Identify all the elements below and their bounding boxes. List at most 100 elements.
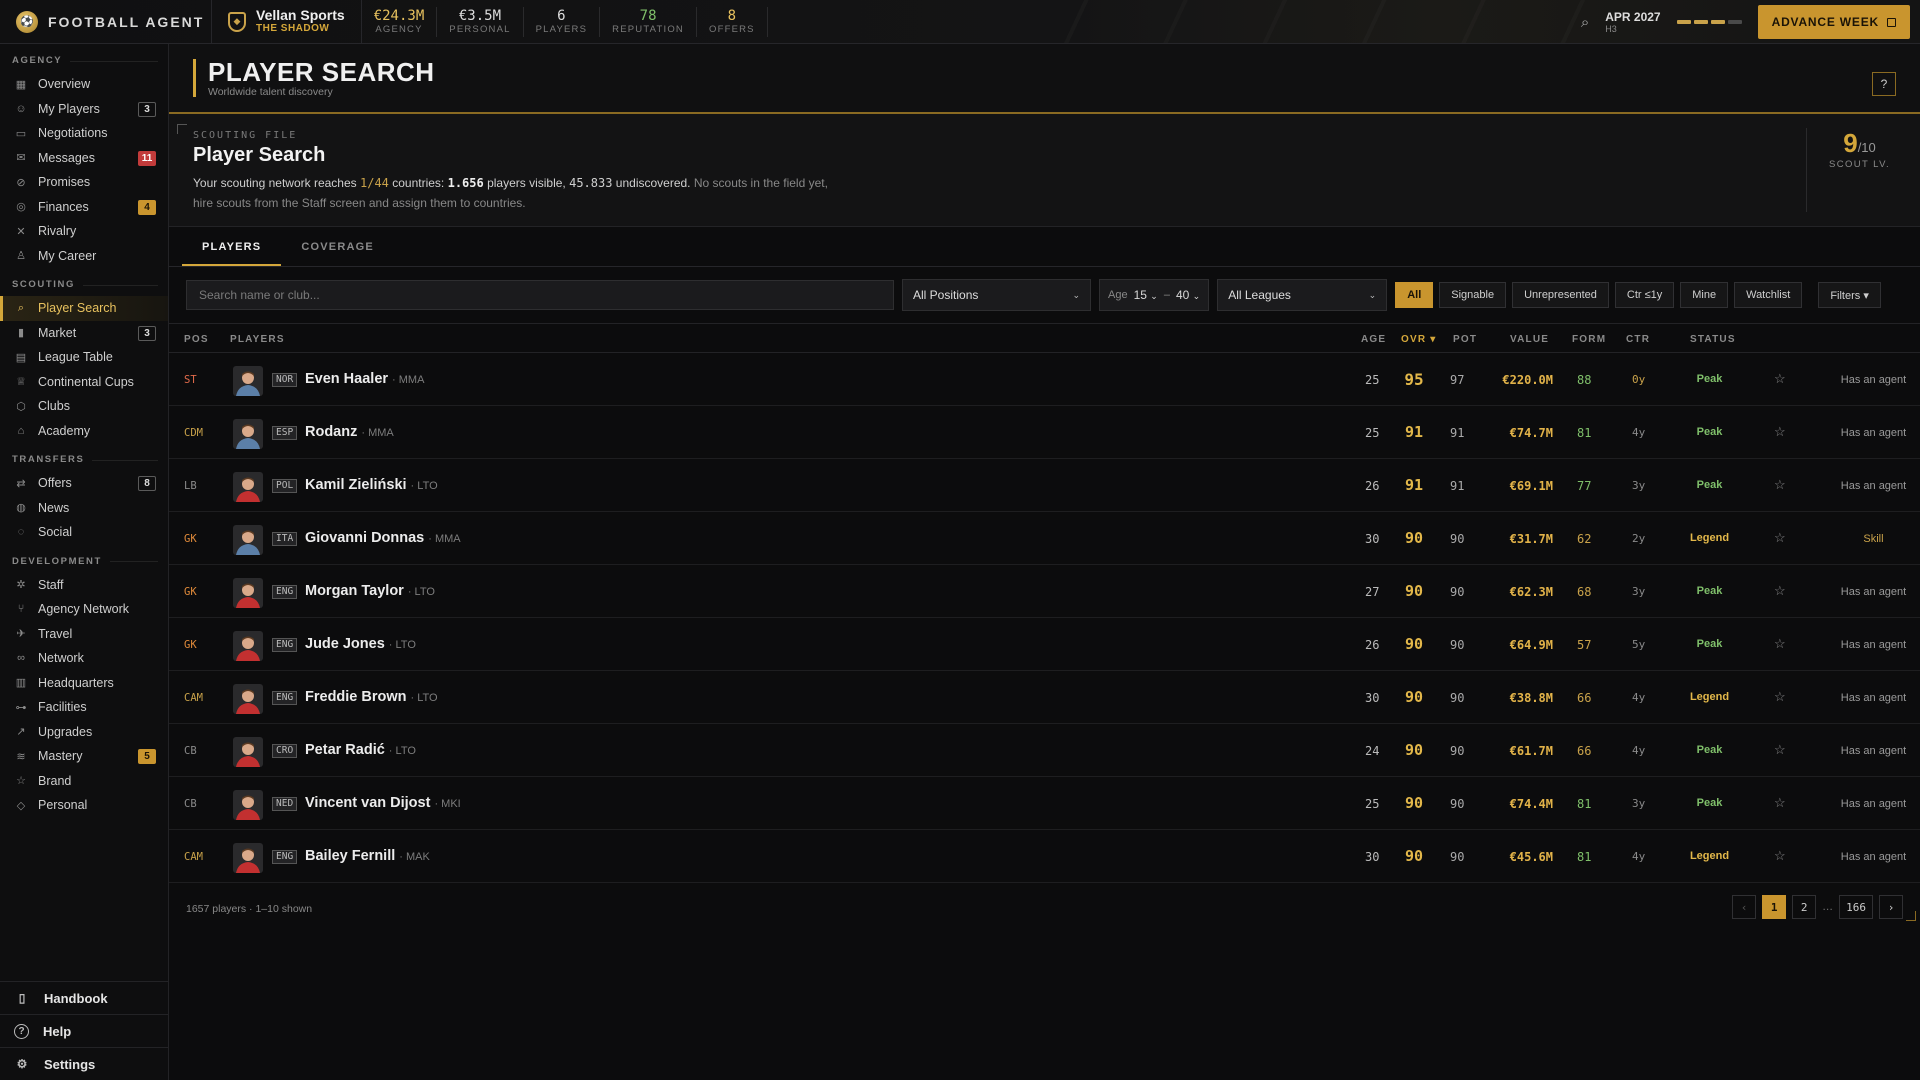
next-page-button[interactable]: › xyxy=(1879,895,1903,919)
tab-coverage[interactable]: COVERAGE xyxy=(281,227,394,266)
sidebar-item-label: Messages xyxy=(38,150,95,165)
player-name[interactable]: Vincent van Dijost · MKI xyxy=(305,795,461,811)
sidebar-item-finances[interactable]: ◎ Finances 4 xyxy=(0,195,168,220)
sidebar-item-promises[interactable]: ⊘ Promises xyxy=(0,170,168,195)
col-pot[interactable]: POT xyxy=(1453,334,1477,345)
filter-chip-ctr-1y[interactable]: Ctr ≤1y xyxy=(1614,282,1675,308)
watchlist-star-icon[interactable]: ☆ xyxy=(1774,689,1786,705)
player-name[interactable]: Giovanni Donnas · MMA xyxy=(305,530,461,546)
watchlist-star-icon[interactable]: ☆ xyxy=(1774,636,1786,652)
table-row[interactable]: LB POL Kamil Zieliński · LTO 26 91 91 €69.1M 77 3… xyxy=(169,459,1920,512)
player-name[interactable]: Freddie Brown · LTO xyxy=(305,689,438,705)
table-row[interactable]: CB NED Vincent van Dijost · MKI 25 90 90 €74.4M… xyxy=(169,777,1920,830)
table-row[interactable]: CAM ENG Freddie Brown · LTO 30 90 90 €38.8M 66 4y… xyxy=(169,671,1920,724)
watchlist-star-icon[interactable]: ☆ xyxy=(1774,530,1786,546)
sidebar-item-facilities[interactable]: ⊶ Facilities xyxy=(0,695,168,720)
player-form: 62 xyxy=(1577,532,1592,546)
league-select[interactable]: All Leagues ⌄ xyxy=(1217,279,1388,311)
player-name[interactable]: Petar Radić · LTO xyxy=(305,742,416,758)
sidebar-item-upgrades[interactable]: ↗ Upgrades xyxy=(0,720,168,745)
filters-button[interactable]: Filters ▾ xyxy=(1818,282,1881,308)
sidebar-item-agency-network[interactable]: ⑂ Agency Network xyxy=(0,597,168,622)
filter-chip-all[interactable]: All xyxy=(1395,282,1434,308)
search-icon[interactable]: ⌕ xyxy=(1581,14,1589,31)
sidebar-item-label: Rivalry xyxy=(38,224,77,239)
sidebar-item-messages[interactable]: ✉ Messages 11 xyxy=(0,146,168,171)
watchlist-star-icon[interactable]: ☆ xyxy=(1774,424,1786,440)
watchlist-star-icon[interactable]: ☆ xyxy=(1774,371,1786,387)
tab-players[interactable]: PLAYERS xyxy=(182,227,282,266)
advance-week-button[interactable]: ADVANCE WEEK xyxy=(1757,5,1910,39)
sidebar-item-settings[interactable]: ⚙ Settings xyxy=(0,1047,169,1080)
sidebar-item-my-career[interactable]: ♙ My Career xyxy=(0,244,168,269)
search-input[interactable] xyxy=(186,280,894,310)
sidebar-item-headquarters[interactable]: ▥ Headquarters xyxy=(0,671,168,696)
player-name[interactable]: Morgan Taylor · LTO xyxy=(305,583,435,599)
sidebar-item-player-search[interactable]: ⌕ Player Search xyxy=(0,296,168,321)
prev-page-button[interactable]: ‹ xyxy=(1732,895,1757,919)
table-row[interactable]: GK ENG Jude Jones · LTO 26 90 90 €64.9M 57 5y Peak… xyxy=(169,618,1920,671)
sidebar-item-market[interactable]: ▮ Market 3 xyxy=(0,321,168,346)
watchlist-star-icon[interactable]: ☆ xyxy=(1774,583,1786,599)
sidebar-item-network[interactable]: ∞ Network xyxy=(0,646,168,671)
page-166-button[interactable]: 166 xyxy=(1839,895,1873,919)
watchlist-star-icon[interactable]: ☆ xyxy=(1774,848,1786,864)
filter-chip-watchlist[interactable]: Watchlist xyxy=(1734,282,1803,308)
col-form[interactable]: FORM xyxy=(1572,334,1606,345)
filter-chip-signable[interactable]: Signable xyxy=(1439,282,1507,308)
help-button[interactable]: ? xyxy=(1872,72,1896,96)
sidebar-item-staff[interactable]: ✲ Staff xyxy=(0,573,168,598)
col-status[interactable]: STATUS xyxy=(1690,334,1736,345)
scouting-text: players visible, xyxy=(483,176,570,190)
agency-profile[interactable]: ◆ Vellan Sports THE SHADOW xyxy=(212,0,362,43)
table-row[interactable]: CAM ENG Bailey Fernill · MAK 30 90 90 €45.6M 81 4… xyxy=(169,830,1920,883)
sidebar-item-handbook[interactable]: ▯ Handbook xyxy=(0,981,169,1014)
table-row[interactable]: ST NOR Even Haaler · MMA 25 95 97 €220.0M 88 0y Pe… xyxy=(169,353,1920,406)
sidebar-item-overview[interactable]: ▦ Overview xyxy=(0,72,168,97)
app-logo[interactable]: ⚽ FOOTBALL AGENT xyxy=(0,0,212,43)
sidebar-item-travel[interactable]: ✈ Travel xyxy=(0,622,168,647)
sidebar-item-clubs[interactable]: ⬡ Clubs xyxy=(0,394,168,419)
sidebar-item-continental-cups[interactable]: ♕ Continental Cups xyxy=(0,370,168,395)
player-name[interactable]: Jude Jones · LTO xyxy=(305,636,416,652)
watchlist-star-icon[interactable]: ☆ xyxy=(1774,477,1786,493)
sidebar-item-league-table[interactable]: ▤ League Table xyxy=(0,345,168,370)
col-value[interactable]: VALUE xyxy=(1510,334,1549,345)
watchlist-star-icon[interactable]: ☆ xyxy=(1774,742,1786,758)
sidebar-item-personal[interactable]: ◇ Personal xyxy=(0,793,168,818)
sidebar-item-offers[interactable]: ⇄ Offers 8 xyxy=(0,471,168,496)
col-age[interactable]: AGE xyxy=(1361,334,1386,345)
table-row[interactable]: CB CRO Petar Radić · LTO 24 90 90 €61.7M 66 4y Pea… xyxy=(169,724,1920,777)
sidebar-item-news[interactable]: ◍ News xyxy=(0,496,168,521)
page-1-button[interactable]: 1 xyxy=(1762,895,1787,919)
table-row[interactable]: GK ENG Morgan Taylor · LTO 27 90 90 €62.3M 68 3y P… xyxy=(169,565,1920,618)
col-ovr[interactable]: OVR ▾ xyxy=(1401,334,1436,345)
player-name[interactable]: Kamil Zieliński · LTO xyxy=(305,477,438,493)
filter-chip-mine[interactable]: Mine xyxy=(1680,282,1729,308)
col-players[interactable]: PLAYERS xyxy=(230,334,285,345)
table-row[interactable]: CDM ESP Rodanz · MMA 25 91 91 €74.7M 81 4y Peak ☆ Ha… xyxy=(169,406,1920,459)
player-name[interactable]: Bailey Fernill · MAK xyxy=(305,848,430,864)
page-2-button[interactable]: 2 xyxy=(1792,895,1817,919)
col-ctr[interactable]: CTR xyxy=(1626,334,1650,345)
sidebar-item-mastery[interactable]: ≋ Mastery 5 xyxy=(0,744,168,769)
player-position: GK xyxy=(184,586,197,598)
filter-chip-unrepresented[interactable]: Unrepresented xyxy=(1512,282,1609,308)
player-name[interactable]: Rodanz · MMA xyxy=(305,424,394,440)
sidebar-item-academy[interactable]: ⌂ Academy xyxy=(0,419,168,444)
age-min-select[interactable]: 15 ⌄ xyxy=(1134,288,1158,302)
sidebar-item-my-players[interactable]: ☺ My Players 3 xyxy=(0,97,168,122)
sidebar-item-help[interactable]: ? Help xyxy=(0,1014,169,1047)
age-max-select[interactable]: 40 ⌄ xyxy=(1176,288,1200,302)
sidebar-item-brand[interactable]: ☆ Brand xyxy=(0,769,168,794)
chevron-down-icon: ⌄ xyxy=(1072,289,1080,300)
player-name[interactable]: Even Haaler · MMA xyxy=(305,371,424,387)
sidebar-item-rivalry[interactable]: ✕ Rivalry xyxy=(0,219,168,244)
table-row[interactable]: GK ITA Giovanni Donnas · MMA 30 90 90 €31.7M 62 2… xyxy=(169,512,1920,565)
watchlist-star-icon[interactable]: ☆ xyxy=(1774,795,1786,811)
col-pos[interactable]: POS xyxy=(184,334,209,345)
position-select[interactable]: All Positions ⌄ xyxy=(902,279,1091,311)
sidebar-item-negotiations[interactable]: ▭ Negotiations xyxy=(0,121,168,146)
resize-handle[interactable] xyxy=(1906,911,1916,921)
sidebar-item-social[interactable]: ◌ Social xyxy=(0,520,168,545)
